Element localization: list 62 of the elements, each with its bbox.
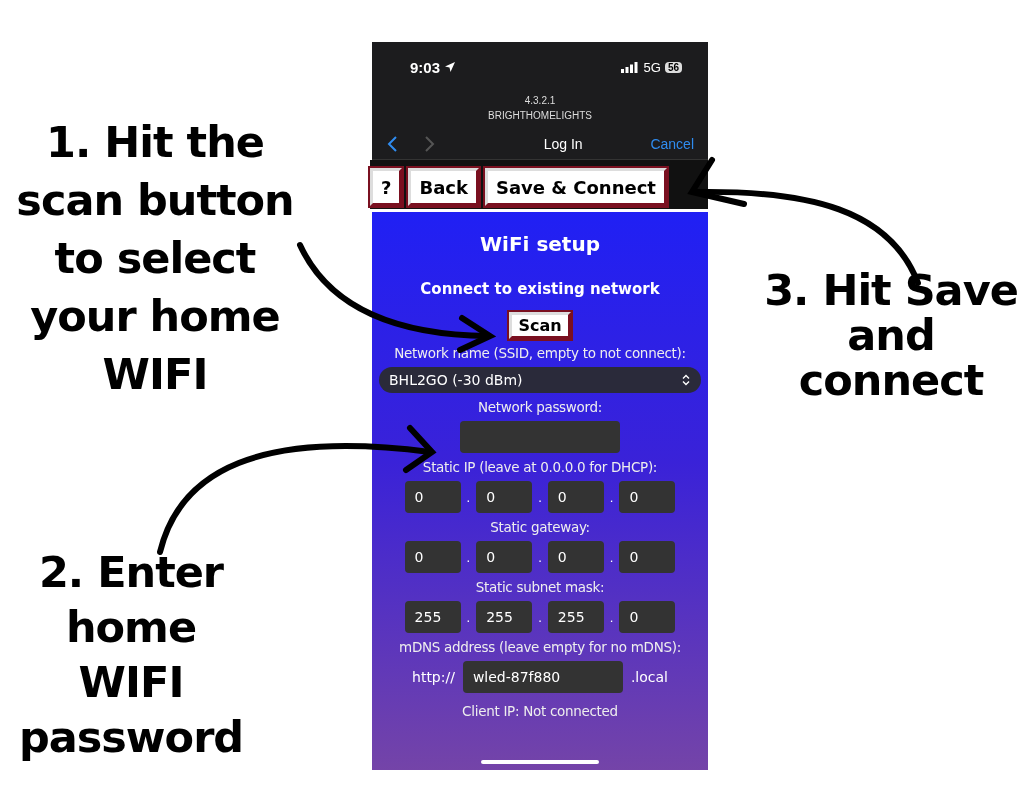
section-heading: Connect to existing network <box>420 280 660 298</box>
instruction-text: and <box>846 313 936 358</box>
password-field[interactable] <box>460 421 620 453</box>
instruction-text: password <box>18 711 244 764</box>
url-suffix: .local <box>630 669 668 685</box>
octet-field[interactable]: 0 <box>619 601 676 633</box>
dropdown-chevrons-icon <box>681 374 691 386</box>
instruction-text: 3. Hit Save <box>764 268 1018 313</box>
separator-text: . <box>538 489 542 505</box>
octet-field[interactable]: 0 <box>619 481 676 513</box>
octet-field[interactable]: 255 <box>547 601 604 633</box>
octet-field[interactable]: 255 <box>476 601 533 633</box>
instruction-text: 1. Hit the <box>45 116 265 169</box>
instruction-text: WIFI <box>101 348 209 401</box>
instruction-text: to select <box>53 232 257 285</box>
separator-text: . <box>609 609 614 625</box>
separator-text: . <box>466 609 471 625</box>
separator-text: . <box>609 549 614 565</box>
toolbar-button[interactable]: Back <box>408 168 479 206</box>
back-chevron-icon[interactable] <box>386 135 398 153</box>
instruction-text: WIFI <box>77 656 185 709</box>
octet-field[interactable]: 0 <box>476 541 533 573</box>
separator-text: . <box>466 489 471 505</box>
network-type: 5G <box>643 59 661 75</box>
toolbar-button[interactable]: Save & Connect <box>484 168 667 206</box>
field-label: Static gateway: <box>490 519 590 535</box>
location-arrow-icon <box>444 61 457 73</box>
instruction-text: connect <box>797 358 985 403</box>
separator-text: . <box>538 609 542 625</box>
signal-icon <box>620 61 638 73</box>
instruction-text: scan button <box>16 174 294 227</box>
page-address: 4.3.2.1 <box>523 94 557 108</box>
separator-text: . <box>466 549 471 565</box>
network-select[interactable]: BHL2GO (-30 dBm) <box>379 367 701 393</box>
field-label: Static IP (leave at 0.0.0.0 for DHCP): <box>422 459 658 475</box>
toolbar-button[interactable]: ? <box>370 168 403 206</box>
scan-button[interactable]: Scan <box>509 312 571 339</box>
cancel-button[interactable]: Cancel <box>650 136 694 152</box>
forward-chevron-icon[interactable] <box>424 135 436 153</box>
separator-text: . <box>538 549 542 565</box>
status-time: 9:03 <box>410 58 441 76</box>
field-label: Network password: <box>477 399 603 415</box>
page-title: Log In <box>542 136 584 152</box>
instruction-text: home <box>64 601 198 654</box>
octet-field[interactable]: 0 <box>619 541 676 573</box>
client-ip-text: Client IP: Not connected <box>462 703 618 719</box>
site-name: BRIGHTHOMELIGHTS <box>487 109 593 123</box>
octet-field[interactable]: 0 <box>404 541 461 573</box>
field-label: Static subnet mask: <box>475 579 605 595</box>
form-heading: WiFi setup <box>480 232 600 256</box>
url-prefix: http:// <box>412 669 455 685</box>
mdns-field[interactable]: wled-87f880 <box>462 661 623 693</box>
octet-field[interactable]: 255 <box>404 601 461 633</box>
octet-field[interactable]: 0 <box>547 541 604 573</box>
instruction-text: 2. Enter <box>37 546 225 599</box>
separator-text: . <box>609 489 614 505</box>
octet-field[interactable]: 0 <box>476 481 533 513</box>
field-label: mDNS address (leave empty for no mDNS): <box>399 639 681 655</box>
instruction-text: your home <box>29 290 281 343</box>
octet-field[interactable]: 0 <box>547 481 604 513</box>
battery-indicator: 56 <box>664 61 682 73</box>
octet-field[interactable]: 0 <box>404 481 461 513</box>
